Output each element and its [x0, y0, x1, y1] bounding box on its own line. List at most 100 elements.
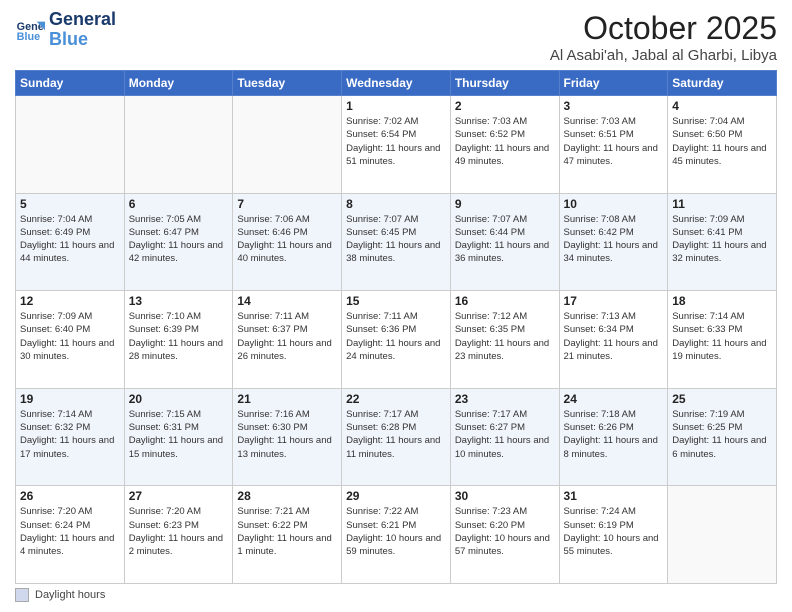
subtitle: Al Asabi'ah, Jabal al Gharbi, Libya	[550, 47, 777, 64]
day-number: 10	[564, 197, 664, 211]
footer: Daylight hours	[15, 588, 777, 602]
day-number: 28	[237, 489, 337, 503]
calendar-cell: 30 Sunrise: 7:23 AM Sunset: 6:20 PM Dayli…	[450, 486, 559, 584]
day-info: Sunrise: 7:11 AM Sunset: 6:36 PM Dayligh…	[346, 310, 446, 363]
calendar-cell: 2 Sunrise: 7:03 AM Sunset: 6:52 PM Daylig…	[450, 96, 559, 194]
daylight-legend-box	[15, 588, 29, 602]
weekday-header-thursday: Thursday	[450, 71, 559, 96]
calendar-cell: 8 Sunrise: 7:07 AM Sunset: 6:45 PM Daylig…	[342, 193, 451, 291]
calendar-cell: 29Sunrise: 7:22 AM Sunset: 6:21 PM Dayli…	[342, 486, 451, 584]
day-number: 26	[20, 489, 120, 503]
day-number: 20	[129, 392, 229, 406]
day-info: Sunrise: 7:07 AM Sunset: 6:44 PM Dayligh…	[455, 213, 555, 266]
logo-text: General Blue	[49, 10, 116, 50]
day-number: 23	[455, 392, 555, 406]
calendar-cell: 28 Sunrise: 7:21 AM Sunset: 6:22 PM Dayli…	[233, 486, 342, 584]
day-number: 19	[20, 392, 120, 406]
weekday-header-tuesday: Tuesday	[233, 71, 342, 96]
calendar-cell: 12Sunrise: 7:09 AM Sunset: 6:40 PM Dayli…	[16, 291, 125, 389]
day-info: Sunrise: 7:05 AM Sunset: 6:47 PM Dayligh…	[129, 213, 229, 266]
page: General Blue General Blue October 2025 A…	[0, 0, 792, 612]
day-info: Sunrise: 7:14 AM Sunset: 6:32 PM Dayligh…	[20, 408, 120, 461]
day-number: 9	[455, 197, 555, 211]
calendar-cell: 17 Sunrise: 7:13 AM Sunset: 6:34 PM Dayli…	[559, 291, 668, 389]
logo-icon: General Blue	[15, 15, 45, 45]
calendar-cell	[233, 96, 342, 194]
calendar-week-row: 5Sunrise: 7:04 AM Sunset: 6:49 PM Daylig…	[16, 193, 777, 291]
day-number: 31	[564, 489, 664, 503]
day-info: Sunrise: 7:24 AM Sunset: 6:19 PM Dayligh…	[564, 505, 664, 558]
day-number: 15	[346, 294, 446, 308]
day-info: Sunrise: 7:14 AM Sunset: 6:33 PM Dayligh…	[672, 310, 772, 363]
day-info: Sunrise: 7:20 AM Sunset: 6:24 PM Dayligh…	[20, 505, 120, 558]
day-info: Sunrise: 7:21 AM Sunset: 6:22 PM Dayligh…	[237, 505, 337, 558]
day-info: Sunrise: 7:15 AM Sunset: 6:31 PM Dayligh…	[129, 408, 229, 461]
day-number: 8	[346, 197, 446, 211]
day-info: Sunrise: 7:02 AM Sunset: 6:54 PM Dayligh…	[346, 115, 446, 168]
day-number: 16	[455, 294, 555, 308]
header: General Blue General Blue October 2025 A…	[15, 10, 777, 64]
day-number: 29	[346, 489, 446, 503]
day-number: 1	[346, 99, 446, 113]
calendar-cell: 1 Sunrise: 7:02 AM Sunset: 6:54 PM Daylig…	[342, 96, 451, 194]
day-info: Sunrise: 7:04 AM Sunset: 6:50 PM Dayligh…	[672, 115, 772, 168]
day-info: Sunrise: 7:06 AM Sunset: 6:46 PM Dayligh…	[237, 213, 337, 266]
calendar-cell: 22 Sunrise: 7:17 AM Sunset: 6:28 PM Dayli…	[342, 388, 451, 486]
calendar-cell: 7 Sunrise: 7:06 AM Sunset: 6:46 PM Daylig…	[233, 193, 342, 291]
day-number: 22	[346, 392, 446, 406]
calendar-week-row: 26 Sunrise: 7:20 AM Sunset: 6:24 PM Dayli…	[16, 486, 777, 584]
calendar-cell: 15 Sunrise: 7:11 AM Sunset: 6:36 PM Dayli…	[342, 291, 451, 389]
day-number: 3	[564, 99, 664, 113]
weekday-header-sunday: Sunday	[16, 71, 125, 96]
day-info: Sunrise: 7:13 AM Sunset: 6:34 PM Dayligh…	[564, 310, 664, 363]
day-info: Sunrise: 7:19 AM Sunset: 6:25 PM Dayligh…	[672, 408, 772, 461]
day-number: 21	[237, 392, 337, 406]
day-number: 12	[20, 294, 120, 308]
day-info: Sunrise: 7:03 AM Sunset: 6:52 PM Dayligh…	[455, 115, 555, 168]
day-number: 13	[129, 294, 229, 308]
calendar-body: 1 Sunrise: 7:02 AM Sunset: 6:54 PM Daylig…	[16, 96, 777, 584]
daylight-legend-label: Daylight hours	[35, 589, 105, 601]
day-number: 5	[20, 197, 120, 211]
weekday-header-wednesday: Wednesday	[342, 71, 451, 96]
calendar-cell: 19 Sunrise: 7:14 AM Sunset: 6:32 PM Dayli…	[16, 388, 125, 486]
calendar-cell	[124, 96, 233, 194]
calendar-cell	[668, 486, 777, 584]
calendar-cell: 25 Sunrise: 7:19 AM Sunset: 6:25 PM Dayli…	[668, 388, 777, 486]
day-info: Sunrise: 7:16 AM Sunset: 6:30 PM Dayligh…	[237, 408, 337, 461]
day-info: Sunrise: 7:17 AM Sunset: 6:27 PM Dayligh…	[455, 408, 555, 461]
calendar-header: SundayMondayTuesdayWednesdayThursdayFrid…	[16, 71, 777, 96]
calendar-cell: 4Sunrise: 7:04 AM Sunset: 6:50 PM Daylig…	[668, 96, 777, 194]
calendar-cell: 9 Sunrise: 7:07 AM Sunset: 6:44 PM Daylig…	[450, 193, 559, 291]
day-info: Sunrise: 7:18 AM Sunset: 6:26 PM Dayligh…	[564, 408, 664, 461]
day-info: Sunrise: 7:23 AM Sunset: 6:20 PM Dayligh…	[455, 505, 555, 558]
day-info: Sunrise: 7:03 AM Sunset: 6:51 PM Dayligh…	[564, 115, 664, 168]
day-number: 24	[564, 392, 664, 406]
calendar-cell: 14Sunrise: 7:11 AM Sunset: 6:37 PM Dayli…	[233, 291, 342, 389]
day-number: 25	[672, 392, 772, 406]
day-number: 7	[237, 197, 337, 211]
logo-line1: General	[49, 10, 116, 30]
calendar-cell	[16, 96, 125, 194]
calendar-table: SundayMondayTuesdayWednesdayThursdayFrid…	[15, 70, 777, 584]
calendar-cell: 27Sunrise: 7:20 AM Sunset: 6:23 PM Dayli…	[124, 486, 233, 584]
calendar-cell: 10Sunrise: 7:08 AM Sunset: 6:42 PM Dayli…	[559, 193, 668, 291]
main-title: October 2025	[550, 10, 777, 47]
calendar-cell: 20 Sunrise: 7:15 AM Sunset: 6:31 PM Dayli…	[124, 388, 233, 486]
day-number: 17	[564, 294, 664, 308]
weekday-row: SundayMondayTuesdayWednesdayThursdayFrid…	[16, 71, 777, 96]
calendar-cell: 11 Sunrise: 7:09 AM Sunset: 6:41 PM Dayli…	[668, 193, 777, 291]
day-info: Sunrise: 7:07 AM Sunset: 6:45 PM Dayligh…	[346, 213, 446, 266]
calendar-cell: 23 Sunrise: 7:17 AM Sunset: 6:27 PM Dayli…	[450, 388, 559, 486]
day-info: Sunrise: 7:09 AM Sunset: 6:41 PM Dayligh…	[672, 213, 772, 266]
day-number: 11	[672, 197, 772, 211]
calendar-cell: 6Sunrise: 7:05 AM Sunset: 6:47 PM Daylig…	[124, 193, 233, 291]
logo: General Blue General Blue	[15, 10, 116, 50]
logo-line2: Blue	[49, 30, 116, 50]
calendar-week-row: 12Sunrise: 7:09 AM Sunset: 6:40 PM Dayli…	[16, 291, 777, 389]
day-number: 14	[237, 294, 337, 308]
day-info: Sunrise: 7:17 AM Sunset: 6:28 PM Dayligh…	[346, 408, 446, 461]
day-number: 2	[455, 99, 555, 113]
calendar-week-row: 1 Sunrise: 7:02 AM Sunset: 6:54 PM Daylig…	[16, 96, 777, 194]
day-number: 30	[455, 489, 555, 503]
